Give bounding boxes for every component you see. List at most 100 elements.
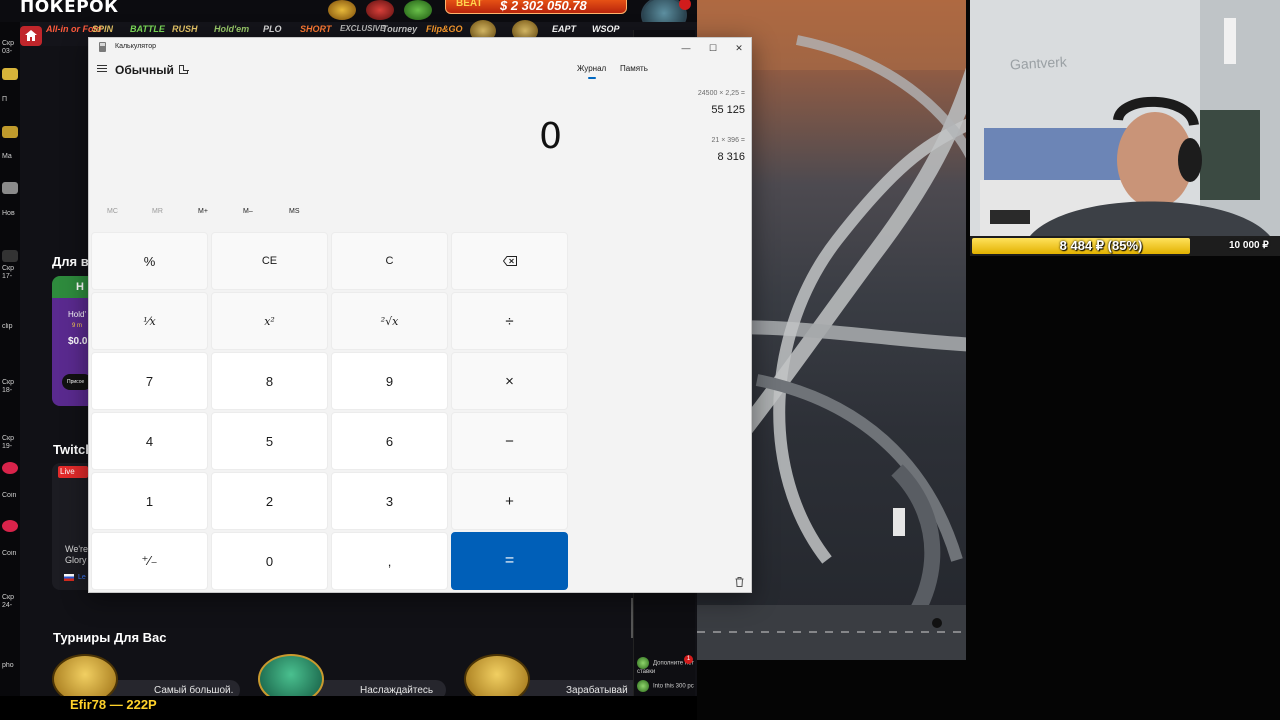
close-button[interactable]: ✕ [726, 40, 752, 56]
tournament-card-text: Самый большой. [154, 685, 234, 696]
trash-icon[interactable] [735, 574, 744, 587]
desktop-icon-label[interactable]: clip [2, 323, 18, 330]
casino-badge-icon[interactable] [328, 0, 356, 20]
minimize-button[interactable]: — [673, 40, 699, 56]
notification-count-badge: 1 [684, 655, 693, 664]
history-result[interactable]: 8 316 [717, 151, 745, 163]
tournament-badge-icon [52, 654, 118, 696]
desktop-icon-label[interactable]: П [2, 96, 18, 103]
donation-goal-text: 8 484 ₽ (85%) [1059, 238, 1143, 253]
app-icon[interactable] [2, 520, 18, 532]
multiply-button[interactable]: × [451, 352, 568, 410]
desktop-icon-label[interactable]: pho [2, 662, 18, 669]
memory-add-button[interactable]: M+ [198, 208, 208, 215]
jackpot-label: BEAT [456, 0, 483, 9]
desktop-icon-label[interactable]: 19- [2, 443, 18, 450]
digit-4-button[interactable]: 4 [91, 412, 208, 470]
notification-icon [637, 680, 649, 692]
app-icon[interactable] [2, 462, 18, 474]
history-expression[interactable]: 24500 × 2,25 = [698, 90, 745, 97]
tab-history[interactable]: Журнал [577, 64, 606, 73]
tab-memory[interactable]: Память [620, 64, 648, 73]
desktop-icon-label[interactable]: Ма [2, 153, 18, 160]
calculator-window: Калькулятор — ☐ ✕ Обычный Журнал Память … [88, 37, 752, 593]
desktop-icon-label[interactable]: Coin [2, 492, 18, 499]
history-result[interactable]: 55 125 [711, 104, 745, 116]
streamer-webcam-image [970, 0, 1280, 236]
daily-badge-icon [464, 654, 530, 696]
twitch-stream-card[interactable] [52, 463, 92, 590]
history-expression[interactable]: 21 × 396 = [712, 137, 745, 144]
digit-9-button[interactable]: 9 [331, 352, 448, 410]
square-root-button[interactable]: ²√x [331, 292, 448, 350]
site-logo[interactable]: ПОКЕРОК [20, 0, 119, 17]
memory-recall-button[interactable]: MR [152, 208, 163, 215]
desktop-icon-label[interactable]: Скр [2, 435, 18, 442]
desktop-icon-label[interactable]: Скр [2, 379, 18, 386]
desktop-file-icon[interactable] [2, 250, 18, 262]
digit-0-button[interactable]: 0 [211, 532, 328, 590]
divide-button[interactable]: ÷ [451, 292, 568, 350]
twitch-lang: Le [78, 574, 86, 581]
decimal-separator-button[interactable]: , [331, 532, 448, 590]
notification-text: Into this 300 рс [653, 683, 694, 690]
desktop-icon-label[interactable]: Скр [2, 40, 18, 47]
tournament-card-text: Зарабатывай [566, 685, 628, 696]
digit-5-button[interactable]: 5 [211, 412, 328, 470]
home-button[interactable] [20, 26, 42, 46]
notification-item[interactable]: Into this 300 рс [637, 680, 695, 696]
title-bar[interactable]: Калькулятор — ☐ ✕ [89, 38, 753, 58]
desktop-icon-label[interactable]: 03- [2, 48, 18, 55]
desktop-icon-label[interactable]: Скр [2, 594, 18, 601]
promo-line: Hold' [68, 310, 86, 319]
percent-button[interactable]: % [91, 232, 208, 290]
result-display: 0 [539, 116, 562, 157]
keep-on-top-icon[interactable] [179, 65, 189, 74]
memory-subtract-button[interactable]: M– [243, 208, 253, 215]
maximize-button[interactable]: ☐ [700, 40, 726, 56]
digit-2-button[interactable]: 2 [211, 472, 328, 530]
digit-1-button[interactable]: 1 [91, 472, 208, 530]
jackpot-value: $ 2 302 050.78 [500, 0, 587, 13]
jackpot-banner[interactable]: BEAT $ 2 302 050.78 [445, 0, 627, 14]
digit-8-button[interactable]: 8 [211, 352, 328, 410]
active-tab-indicator [588, 77, 596, 79]
memory-store-button[interactable]: MS [289, 208, 300, 215]
desktop-icon-label[interactable]: Coin [2, 550, 18, 557]
webcam-feed: Gantverk [970, 0, 1280, 236]
clear-entry-button[interactable]: CE [211, 232, 328, 290]
square-button[interactable]: x² [211, 292, 328, 350]
notification-icon [637, 657, 649, 669]
add-button[interactable]: + [451, 472, 568, 530]
reciprocal-button[interactable]: ¹⁄x [91, 292, 208, 350]
negate-button[interactable]: ⁺⁄₋ [91, 532, 208, 590]
desktop-icon-label[interactable]: Нов [2, 210, 18, 217]
subtract-button[interactable]: − [451, 412, 568, 470]
memory-clear-button[interactable]: MC [107, 208, 118, 215]
digit-7-button[interactable]: 7 [91, 352, 208, 410]
desktop-icon-label[interactable]: 24- [2, 602, 18, 609]
tournament-card-text: Наслаждайтесь [360, 685, 434, 696]
promo-card[interactable]: Н Hold' 9 m $0.0 Присое [52, 276, 92, 406]
tournaments-heading: Турниры Для Вас [53, 630, 167, 645]
slot-badge-icon[interactable] [366, 0, 394, 20]
hamburger-menu-icon[interactable] [97, 65, 107, 75]
calculator-app-icon [99, 42, 106, 52]
desktop-icon-label[interactable]: Скр [2, 265, 18, 272]
desktop-file-icon[interactable] [2, 126, 18, 138]
digit-6-button[interactable]: 6 [331, 412, 448, 470]
backspace-button[interactable] [451, 232, 568, 290]
clear-button[interactable]: C [331, 232, 448, 290]
desktop-file-icon[interactable] [2, 182, 18, 194]
backspace-icon [502, 256, 517, 266]
casino-green-badge-icon[interactable] [404, 0, 432, 20]
desktop-icon-label[interactable]: 18- [2, 387, 18, 394]
equals-button[interactable]: = [451, 532, 568, 590]
twitch-stream-title: We're Glory [65, 544, 89, 565]
window-title: Калькулятор [115, 43, 156, 50]
tournament-badge-icon [258, 654, 324, 696]
desktop-file-icon[interactable] [2, 68, 18, 80]
desktop-icon-label[interactable]: 17- [2, 273, 18, 280]
digit-3-button[interactable]: 3 [331, 472, 448, 530]
promo-title: Н [76, 281, 84, 293]
